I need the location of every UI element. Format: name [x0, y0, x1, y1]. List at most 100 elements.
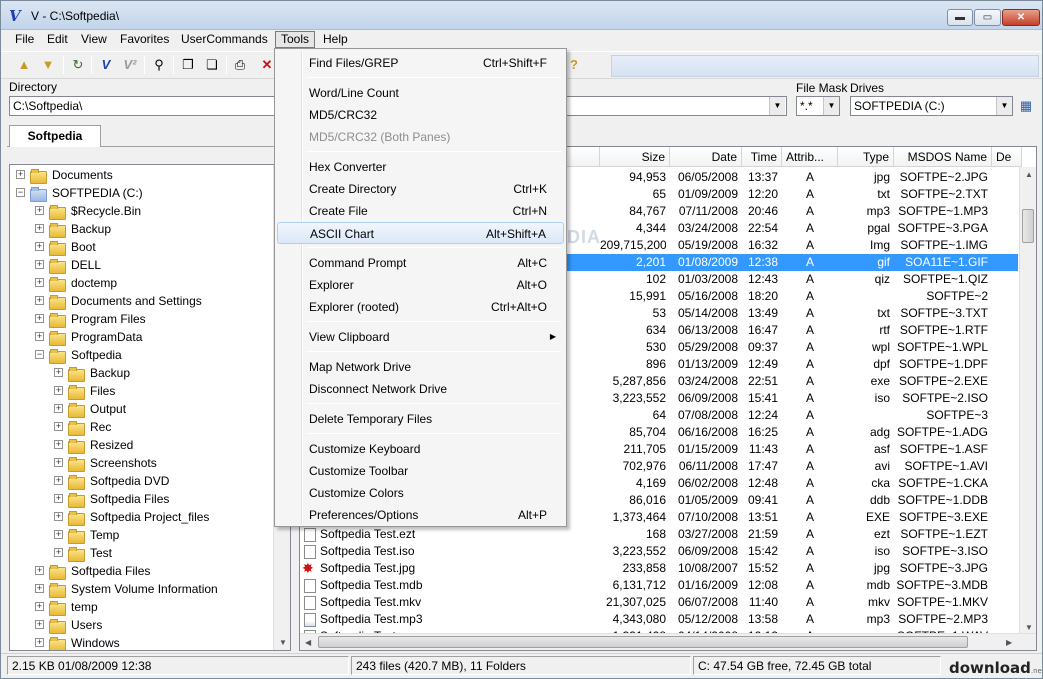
expand-icon[interactable]: +	[54, 476, 63, 485]
scroll-up-icon[interactable]: ▲	[1025, 170, 1033, 179]
expand-icon[interactable]: +	[54, 494, 63, 503]
tree-item[interactable]: + $Recycle.Bin	[10, 202, 274, 220]
tools-menu-item[interactable]: Find Files/GREP Ctrl+Shift+F	[277, 52, 564, 74]
folder-down-icon[interactable]: ▼	[38, 55, 58, 75]
tree-item[interactable]: + Softpedia Files	[10, 490, 274, 508]
scroll-thumb[interactable]	[1022, 209, 1034, 243]
expand-icon[interactable]: +	[35, 224, 44, 233]
collapse-icon[interactable]: −	[35, 350, 44, 359]
tools-menu-item[interactable]: View Clipboard ▶	[277, 326, 564, 348]
tools-menu-item[interactable]: Create Directory Ctrl+K	[277, 178, 564, 200]
tree-item[interactable]: + Documents and Settings	[10, 292, 274, 310]
tree-item[interactable]: + Softpedia Project_files	[10, 508, 274, 526]
v-logo-icon[interactable]: V	[96, 55, 116, 75]
tree-item[interactable]: + Screenshots	[10, 454, 274, 472]
tree-item[interactable]: + doctemp	[10, 274, 274, 292]
filelist-hscrollbar[interactable]: ◀ ▶	[300, 633, 1036, 650]
folder-tree[interactable]: ▲ ▼ +Documents−SOFTPEDIA (C:)+$Recycle.B…	[9, 164, 291, 651]
tree-item[interactable]: + Windows	[10, 634, 274, 650]
tree-item[interactable]: + Files	[10, 382, 274, 400]
tree-item[interactable]: + Output	[10, 400, 274, 418]
tools-menu-item[interactable]: Preferences/Options Alt+P	[277, 504, 564, 526]
tree-item[interactable]: + Boot	[10, 238, 274, 256]
print-icon[interactable]: ⎙	[230, 55, 250, 75]
tree-item[interactable]: + Users	[10, 616, 274, 634]
expand-icon[interactable]: +	[54, 404, 63, 413]
collapse-icon[interactable]: −	[16, 188, 25, 197]
expand-icon[interactable]: +	[35, 296, 44, 305]
expand-icon[interactable]: +	[35, 566, 44, 575]
expand-icon[interactable]: +	[54, 422, 63, 431]
scroll-right-icon[interactable]: ▶	[1006, 638, 1012, 647]
menu-file[interactable]: File	[10, 31, 39, 48]
up-folder-icon[interactable]: ▲	[14, 55, 34, 75]
scroll-left-icon[interactable]: ◀	[305, 638, 311, 647]
menu-usercommands[interactable]: UserCommands	[176, 31, 273, 48]
tree-item[interactable]: + System Volume Information	[10, 580, 274, 598]
help-icon[interactable]: ?	[564, 55, 584, 75]
tree-item[interactable]: + ProgramData	[10, 328, 274, 346]
tree-item[interactable]: + Documents	[10, 166, 274, 184]
directory-dropdown-icon[interactable]: ▼	[769, 97, 785, 115]
column-header-type[interactable]: Type	[838, 147, 894, 167]
menu-view[interactable]: View	[76, 31, 112, 48]
drives-select[interactable]: SOFTPEDIA (C:)	[850, 96, 1013, 116]
file-row[interactable]: Softpedia Test.mdb 6,131,712 01/16/2009 12:…	[300, 577, 1018, 594]
menu-help[interactable]: Help	[318, 31, 353, 48]
tree-item[interactable]: + DELL	[10, 256, 274, 274]
scroll-down-icon[interactable]: ▼	[1025, 623, 1033, 632]
expand-icon[interactable]: +	[54, 548, 63, 557]
tools-menu-item[interactable]: Disconnect Network Drive	[277, 378, 564, 400]
column-header-attrib[interactable]: Attrib...	[782, 147, 838, 167]
expand-icon[interactable]: +	[54, 458, 63, 467]
copy-icon[interactable]: ❐	[178, 55, 198, 75]
expand-icon[interactable]: +	[16, 170, 25, 179]
tree-item[interactable]: + Backup	[10, 364, 274, 382]
tree-item[interactable]: + Rec	[10, 418, 274, 436]
file-row[interactable]: ✸ Softpedia Test.jpg 233,858 10/08/2007 15:5…	[300, 560, 1018, 577]
column-header-date[interactable]: Date	[670, 147, 742, 167]
tools-menu-item[interactable]: Customize Toolbar	[277, 460, 564, 482]
tree-item[interactable]: − SOFTPEDIA (C:)	[10, 184, 274, 202]
column-header-desc[interactable]: De	[992, 147, 1022, 167]
expand-icon[interactable]: +	[35, 242, 44, 251]
expand-icon[interactable]: +	[35, 638, 44, 647]
expand-icon[interactable]: +	[35, 260, 44, 269]
expand-icon[interactable]: +	[35, 278, 44, 287]
tree-item[interactable]: + Test	[10, 544, 274, 562]
expand-icon[interactable]: +	[54, 368, 63, 377]
file-row[interactable]: Softpedia Test.iso 3,223,552 06/09/2008 15:…	[300, 543, 1018, 560]
binoculars-icon[interactable]: ⚲	[149, 55, 169, 75]
expand-icon[interactable]: +	[54, 512, 63, 521]
file-row[interactable]: Softpedia Test.mkv 21,307,025 06/07/2008 11…	[300, 594, 1018, 611]
close-button[interactable]: ✕	[1002, 9, 1040, 26]
filelist-vscrollbar[interactable]: ▲ ▼	[1019, 167, 1036, 635]
tools-menu-item[interactable]: Customize Colors	[277, 482, 564, 504]
tools-menu-item[interactable]: Hex Converter	[277, 156, 564, 178]
tree-item[interactable]: + Resized	[10, 436, 274, 454]
expand-icon[interactable]: +	[54, 386, 63, 395]
minimize-button[interactable]: ▬	[947, 9, 973, 26]
tools-menu-item[interactable]: MD5/CRC32	[277, 104, 564, 126]
tree-item[interactable]: + Softpedia Files	[10, 562, 274, 580]
tab-softpedia[interactable]: Softpedia	[9, 125, 101, 147]
paste-icon[interactable]: ❏	[202, 55, 222, 75]
file-row[interactable]: Softpedia Test.ezt 168 03/27/2008 21:59 Aezt…	[300, 526, 1018, 543]
tools-menu-item[interactable]: ASCII Chart Alt+Shift+A	[277, 222, 564, 244]
menu-tools[interactable]: Tools	[275, 31, 316, 48]
hscroll-thumb[interactable]	[318, 636, 968, 648]
maximize-button[interactable]: ▭	[974, 9, 1001, 26]
expand-icon[interactable]: +	[54, 440, 63, 449]
expand-icon[interactable]: +	[35, 602, 44, 611]
expand-icon[interactable]: +	[54, 530, 63, 539]
menu-favorites[interactable]: Favorites	[115, 31, 174, 48]
tools-menu-item[interactable]: Create File Ctrl+N	[277, 200, 564, 222]
column-header-msdos[interactable]: MSDOS Name	[894, 147, 992, 167]
tools-menu-item[interactable]: Delete Temporary Files	[277, 408, 564, 430]
tree-item[interactable]: + Temp	[10, 526, 274, 544]
v2-icon[interactable]: V²	[120, 55, 140, 75]
expand-icon[interactable]: +	[35, 620, 44, 629]
tools-menu-item[interactable]: Customize Keyboard	[277, 438, 564, 460]
tools-menu-item[interactable]: Command Prompt Alt+C	[277, 252, 564, 274]
title-bar[interactable]: V V - C:\Softpedia\ ▬ ▭ ✕	[1, 1, 1042, 30]
